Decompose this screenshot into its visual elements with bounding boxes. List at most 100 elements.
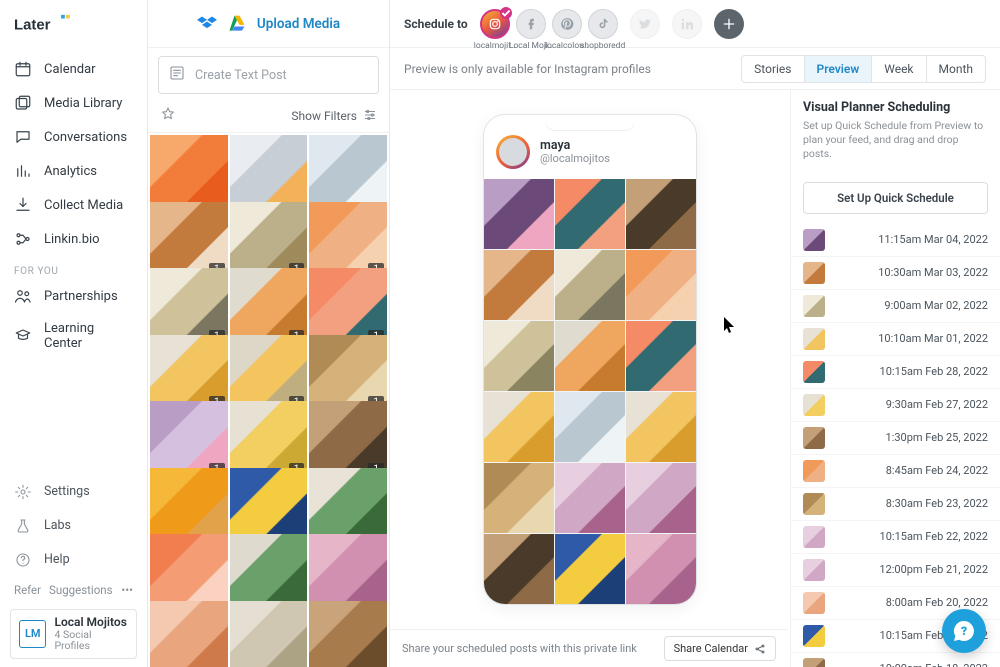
schedule-row[interactable]: 10:30am Mar 03, 2022 <box>791 257 1000 290</box>
schedule-thumb <box>803 394 825 416</box>
media-thumbnail[interactable] <box>309 601 387 667</box>
feed-cell[interactable] <box>484 321 554 391</box>
feed-cell[interactable] <box>484 179 554 249</box>
profile-bubble[interactable] <box>588 9 618 39</box>
nav-linkinbio[interactable]: Linkin.bio <box>0 222 147 256</box>
google-drive-icon[interactable] <box>227 14 247 34</box>
nav-help[interactable]: Help <box>0 543 147 577</box>
feed-cell[interactable] <box>626 321 696 391</box>
schedule-row[interactable]: 1:30pm Feb 25, 2022 <box>791 422 1000 455</box>
linkinbio-icon <box>14 230 32 248</box>
schedule-row[interactable]: 11:15am Mar 04, 2022 <box>791 224 1000 257</box>
star-icon[interactable] <box>160 106 176 126</box>
help-fab[interactable]: ? <box>942 609 986 653</box>
view-tab-month[interactable]: Month <box>927 56 985 82</box>
feed-cell[interactable] <box>484 463 554 533</box>
more-icon[interactable]: ••• <box>121 583 133 597</box>
schedule-time: 11:15am Mar 04, 2022 <box>835 233 988 246</box>
media-thumbnail[interactable] <box>150 601 228 667</box>
feed-cell[interactable] <box>555 321 625 391</box>
feed-cell[interactable] <box>484 250 554 320</box>
profile-bubble[interactable] <box>552 9 582 39</box>
schedule-row[interactable]: 10:15am Feb 22, 2022 <box>791 521 1000 554</box>
suggestions-label: Suggestions <box>49 583 113 597</box>
view-tab-stories[interactable]: Stories <box>742 56 804 82</box>
share-calendar-button[interactable]: Share Calendar <box>664 636 776 661</box>
media-library-panel: Upload Media Create Text Post Show Filte… <box>148 0 390 667</box>
nav-calendar[interactable]: Calendar <box>0 52 147 86</box>
feed-cell[interactable] <box>626 179 696 249</box>
feed-cell[interactable] <box>626 463 696 533</box>
schedule-row[interactable]: 10:10am Mar 01, 2022 <box>791 323 1000 356</box>
feed-cell[interactable] <box>555 534 625 604</box>
add-profile-button[interactable] <box>714 9 744 39</box>
show-filters-button[interactable]: Show Filters <box>291 109 357 123</box>
schedule-thumb <box>803 460 825 482</box>
nav-analytics[interactable]: Analytics <box>0 154 147 188</box>
social-profiles: localmojit..Local Moji..localcolou..shop… <box>480 9 618 39</box>
upload-media-row: Upload Media <box>148 0 389 48</box>
feed-cell[interactable] <box>484 534 554 604</box>
feed-cell[interactable] <box>555 392 625 462</box>
schedule-row[interactable]: 12:00pm Feb 21, 2022 <box>791 554 1000 587</box>
nav-media-library[interactable]: Media Library <box>0 86 147 120</box>
filter-row: Show Filters <box>148 102 389 133</box>
schedule-subtitle: Set up Quick Schedule from Preview to pl… <box>803 119 988 162</box>
schedule-thumb <box>803 262 825 284</box>
schedule-time: 10:15am Feb 22, 2022 <box>835 530 988 543</box>
phone-notch <box>545 115 635 131</box>
profile-bubble[interactable] <box>480 9 510 39</box>
feed-cell[interactable] <box>555 250 625 320</box>
share-bar: Share your scheduled posts with this pri… <box>390 629 788 667</box>
nav-collect-media[interactable]: Collect Media <box>0 188 147 222</box>
nav-label: Linkin.bio <box>44 232 100 247</box>
dropbox-icon[interactable] <box>197 14 217 34</box>
preview-note: Preview is only available for Instagram … <box>404 62 651 76</box>
media-thumbnail[interactable] <box>230 601 308 667</box>
schedule-time: 1:30pm Feb 25, 2022 <box>835 431 988 444</box>
chat-icon <box>14 128 32 146</box>
extra-profile-twitter[interactable] <box>630 9 660 39</box>
sliders-icon[interactable] <box>363 107 377 126</box>
phone-preview: maya @localmojitos <box>483 114 697 605</box>
extra-profile-linkedin[interactable] <box>672 9 702 39</box>
nav-settings[interactable]: Settings <box>0 475 147 509</box>
feed-cell[interactable] <box>555 179 625 249</box>
toolbar-row: Preview is only available for Instagram … <box>390 48 1000 90</box>
refer-label: Refer <box>14 583 41 597</box>
logo[interactable]: Later <box>0 10 147 52</box>
schedule-row[interactable]: 9:30am Feb 27, 2022 <box>791 389 1000 422</box>
upload-media-button[interactable]: Upload Media <box>257 16 340 32</box>
flask-icon <box>14 517 32 535</box>
schedule-thumb <box>803 427 825 449</box>
schedule-thumb <box>803 658 825 667</box>
nav-partnerships[interactable]: Partnerships <box>0 279 147 313</box>
schedule-time: 9:00am Mar 02, 2022 <box>835 299 988 312</box>
schedule-row[interactable]: 9:00am Mar 02, 2022 <box>791 290 1000 323</box>
schedule-thumb <box>803 625 825 647</box>
schedule-row[interactable]: 10:00am Feb 18, 2022 <box>791 653 1000 667</box>
feed-cell[interactable] <box>484 392 554 462</box>
nav-label: Calendar <box>44 62 96 77</box>
view-tab-week[interactable]: Week <box>872 56 926 82</box>
create-text-post-button[interactable]: Create Text Post <box>158 56 379 94</box>
schedule-row[interactable]: 10:15am Feb 28, 2022 <box>791 356 1000 389</box>
feed-cell[interactable] <box>626 250 696 320</box>
feed-cell[interactable] <box>626 534 696 604</box>
nav-learning-center[interactable]: Learning Center <box>0 313 147 359</box>
refer-row[interactable]: Refer Suggestions ••• <box>0 577 147 603</box>
schedule-thumb <box>803 526 825 548</box>
setup-quick-schedule-button[interactable]: Set Up Quick Schedule <box>803 182 988 214</box>
feed-cell[interactable] <box>626 392 696 462</box>
phone-feed-grid <box>484 179 696 604</box>
schedule-row[interactable]: 8:45am Feb 24, 2022 <box>791 455 1000 488</box>
account-switcher[interactable]: LM Local Mojitos 4 Social Profiles <box>10 609 137 659</box>
profile-bubble[interactable] <box>516 9 546 39</box>
nav-labs[interactable]: Labs <box>0 509 147 543</box>
feed-cell[interactable] <box>555 463 625 533</box>
schedule-time: 10:30am Mar 03, 2022 <box>835 266 988 279</box>
schedule-time: 12:00pm Feb 21, 2022 <box>835 563 988 576</box>
schedule-row[interactable]: 8:30am Feb 23, 2022 <box>791 488 1000 521</box>
view-tab-preview[interactable]: Preview <box>805 56 873 82</box>
nav-conversations[interactable]: Conversations <box>0 120 147 154</box>
